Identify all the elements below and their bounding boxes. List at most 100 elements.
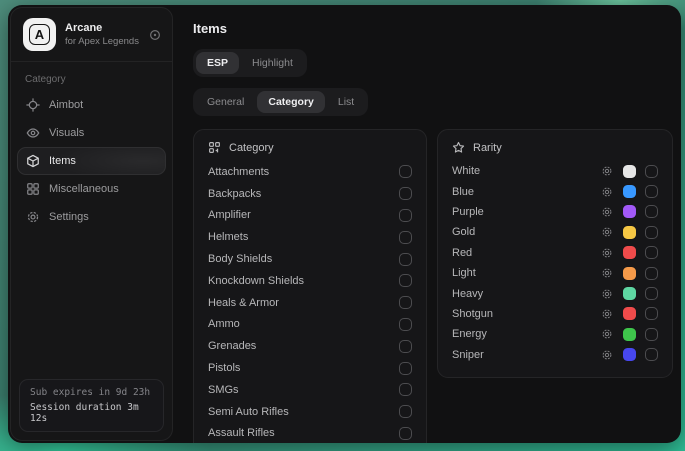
mode-tab[interactable]: ESP: [196, 52, 239, 74]
color-swatch[interactable]: [623, 307, 636, 320]
app-name: Arcane: [65, 22, 139, 34]
rarity-checkbox[interactable]: [645, 246, 658, 259]
category-row-label: Pistols: [208, 362, 399, 374]
gear-icon[interactable]: [601, 206, 613, 218]
color-swatch[interactable]: [623, 205, 636, 218]
sidebar-header: A Arcane for Apex Legends: [11, 8, 172, 62]
subscription-info-box: Sub expires in 9d 23h Session duration 3…: [19, 379, 164, 432]
color-swatch[interactable]: [623, 165, 636, 178]
color-swatch[interactable]: [623, 348, 636, 361]
color-swatch[interactable]: [623, 328, 636, 341]
gear-icon[interactable]: [601, 226, 613, 238]
category-row-label: Ammo: [208, 318, 399, 330]
color-swatch[interactable]: [623, 267, 636, 280]
rarity-row: Blue: [452, 181, 658, 201]
category-row: Body Shields: [208, 248, 412, 270]
grid-icon: [26, 182, 40, 196]
target-icon[interactable]: [148, 28, 162, 42]
rarity-row: Energy: [452, 324, 658, 344]
category-row-label: SMGs: [208, 384, 399, 396]
category-checkbox[interactable]: [399, 165, 412, 178]
rarity-checkbox[interactable]: [645, 267, 658, 280]
rarity-row-label: Heavy: [452, 288, 601, 300]
category-checkbox[interactable]: [399, 405, 412, 418]
gear-icon[interactable]: [601, 247, 613, 259]
category-checkbox[interactable]: [399, 274, 412, 287]
category-checkbox[interactable]: [399, 362, 412, 375]
sidebar-nav: Aimbot Visuals Items Miscellaneous Setti…: [11, 91, 172, 231]
category-checkbox[interactable]: [399, 296, 412, 309]
rarity-row-label: Red: [452, 247, 601, 259]
rarity-checkbox[interactable]: [645, 307, 658, 320]
category-row: Backpacks: [208, 183, 412, 205]
rarity-row-label: Sniper: [452, 349, 601, 361]
category-row: Grenades: [208, 335, 412, 357]
gear-icon[interactable]: [601, 165, 613, 177]
category-checkbox[interactable]: [399, 231, 412, 244]
color-swatch[interactable]: [623, 287, 636, 300]
view-tabs: GeneralCategoryList: [193, 88, 368, 116]
category-row-label: Assault Rifles: [208, 427, 399, 439]
gear-icon[interactable]: [601, 308, 613, 320]
category-row: Heals & Armor: [208, 292, 412, 314]
category-row-label: Grenades: [208, 340, 399, 352]
category-row: Amplifier: [208, 205, 412, 227]
app-logo-letter: A: [29, 24, 50, 45]
sidebar-item[interactable]: Visuals: [17, 119, 166, 147]
view-tab[interactable]: Category: [257, 91, 325, 113]
category-row-label: Semi Auto Rifles: [208, 406, 399, 418]
sidebar-item[interactable]: Settings: [17, 203, 166, 231]
gear-icon[interactable]: [601, 267, 613, 279]
rarity-row: Red: [452, 243, 658, 263]
category-row: Semi Auto Rifles: [208, 401, 412, 423]
sidebar-item-label: Settings: [49, 211, 89, 223]
rarity-row-label: Gold: [452, 226, 601, 238]
category-checkbox[interactable]: [399, 187, 412, 200]
category-row-label: Backpacks: [208, 188, 399, 200]
app-logo: A: [23, 18, 56, 51]
eye-icon: [26, 126, 40, 140]
category-checkbox[interactable]: [399, 209, 412, 222]
category-checkbox[interactable]: [399, 318, 412, 331]
category-row-label: Attachments: [208, 166, 399, 178]
rarity-row-label: Shotgun: [452, 308, 601, 320]
star-icon: [452, 141, 465, 154]
rarity-checkbox[interactable]: [645, 205, 658, 218]
page-title: Items: [193, 21, 673, 36]
gear-icon[interactable]: [601, 288, 613, 300]
rarity-checkbox[interactable]: [645, 328, 658, 341]
sidebar-item-label: Aimbot: [49, 99, 83, 111]
category-checkbox[interactable]: [399, 383, 412, 396]
rarity-row-label: Light: [452, 267, 601, 279]
view-tab[interactable]: General: [196, 91, 255, 113]
rarity-checkbox[interactable]: [645, 165, 658, 178]
gear-icon[interactable]: [601, 328, 613, 340]
color-swatch[interactable]: [623, 246, 636, 259]
category-checkbox[interactable]: [399, 427, 412, 440]
category-checkbox[interactable]: [399, 253, 412, 266]
gear-icon[interactable]: [601, 349, 613, 361]
color-swatch[interactable]: [623, 226, 636, 239]
sidebar-item[interactable]: Items: [17, 147, 166, 175]
rarity-row: Gold: [452, 222, 658, 242]
rarity-row-label: Purple: [452, 206, 601, 218]
sidebar-item-label: Visuals: [49, 127, 84, 139]
gear-icon[interactable]: [601, 186, 613, 198]
category-checkbox[interactable]: [399, 340, 412, 353]
sidebar-item[interactable]: Aimbot: [17, 91, 166, 119]
rarity-checkbox[interactable]: [645, 226, 658, 239]
category-row-label: Amplifier: [208, 209, 399, 221]
category-row-label: Helmets: [208, 231, 399, 243]
rarity-checkbox[interactable]: [645, 348, 658, 361]
category-row-label: Heals & Armor: [208, 297, 399, 309]
rarity-checkbox[interactable]: [645, 287, 658, 300]
view-tab[interactable]: List: [327, 91, 365, 113]
category-row: Ammo: [208, 314, 412, 336]
app-window: A Arcane for Apex Legends Category Aimbo…: [8, 5, 681, 443]
sub-expires-text: Sub expires in 9d 23h: [30, 387, 153, 398]
rarity-checkbox[interactable]: [645, 185, 658, 198]
category-panel: Category Attachments Backpacks Amplifier: [193, 129, 427, 443]
mode-tab[interactable]: Highlight: [241, 52, 304, 74]
color-swatch[interactable]: [623, 185, 636, 198]
sidebar-item[interactable]: Miscellaneous: [17, 175, 166, 203]
